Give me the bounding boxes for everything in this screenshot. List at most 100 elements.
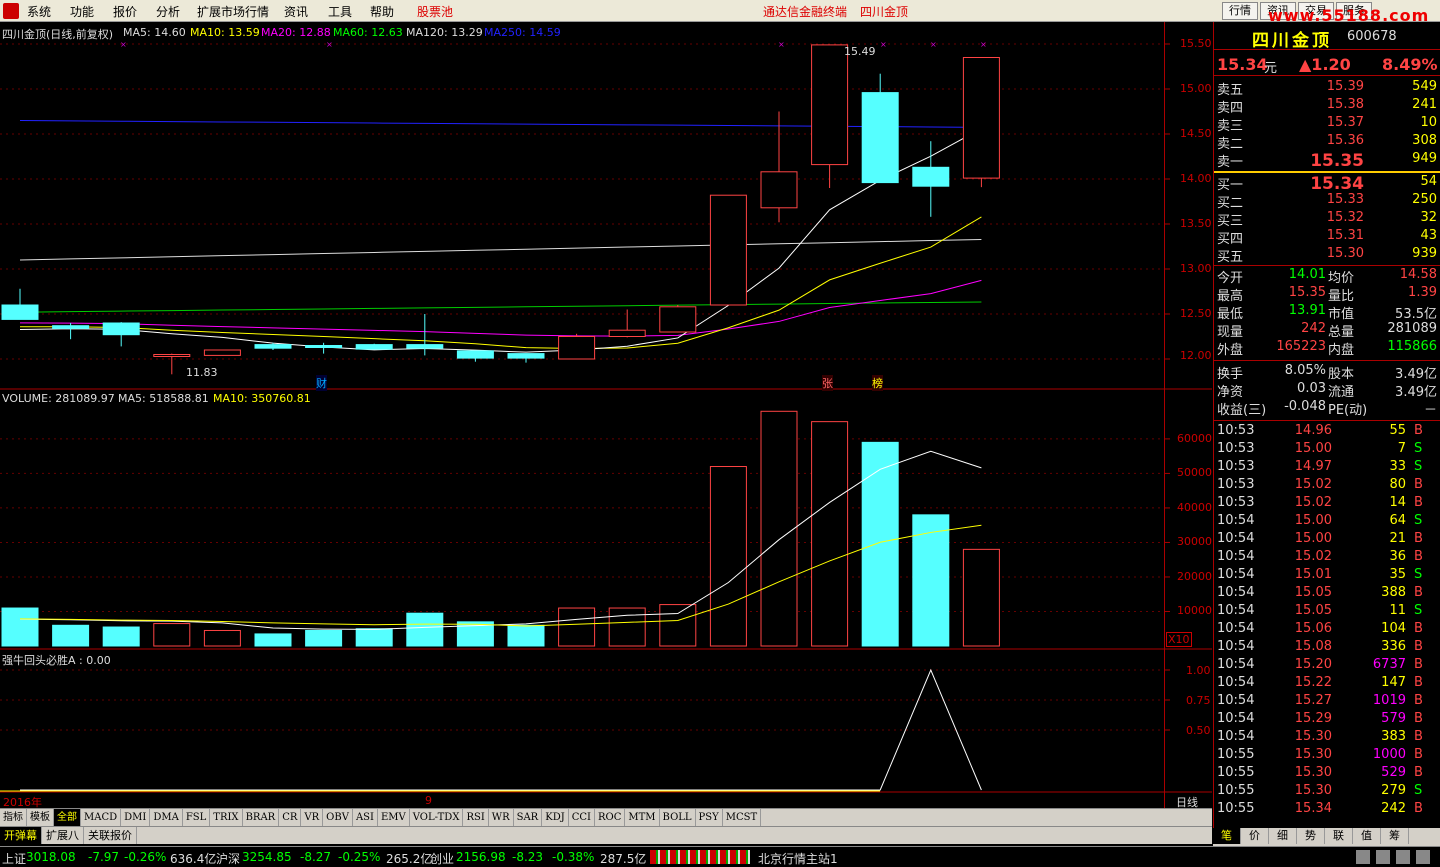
menu-stock-pool[interactable]: 股票池	[417, 3, 453, 20]
tab-cr[interactable]: CR	[279, 809, 302, 826]
tab-mcst[interactable]: MCST	[723, 809, 762, 826]
ask-level[interactable]: 卖五 15.39 549	[1214, 79, 1440, 98]
tab-extra[interactable]: 开弹幕	[0, 827, 42, 844]
tab-extra[interactable]: 扩展八	[42, 827, 84, 844]
sz-index[interactable]: 3254.85	[242, 850, 292, 864]
menu-tools[interactable]: 工具	[328, 3, 352, 20]
tick-row[interactable]: 10:54 15.00 21 B	[1214, 531, 1440, 549]
right-tab[interactable]: 筹	[1381, 828, 1409, 844]
tab-dma[interactable]: DMA	[150, 809, 183, 826]
ask-level[interactable]: 卖二 15.36 308	[1214, 133, 1440, 152]
tick-row[interactable]: 10:54 15.01 35 S	[1214, 567, 1440, 585]
tab-vol-tdx[interactable]: VOL-TDX	[410, 809, 464, 826]
tick-row[interactable]: 10:54 15.02 36 B	[1214, 549, 1440, 567]
stat-row[interactable]: 最高 15.35 量比 1.39	[1214, 285, 1440, 304]
ask-level[interactable]: 卖四 15.38 241	[1214, 97, 1440, 116]
tab-全部[interactable]: 全部	[54, 809, 81, 826]
ask-level[interactable]: 卖一 15.35 949	[1214, 151, 1440, 171]
tick-row[interactable]: 10:54 15.05 11 S	[1214, 603, 1440, 621]
menu-news[interactable]: 资讯	[284, 3, 308, 20]
tick-row[interactable]: 10:54 15.22 147 B	[1214, 675, 1440, 693]
tick-row[interactable]: 10:53 14.97 33 S	[1214, 459, 1440, 477]
tab-trix[interactable]: TRIX	[210, 809, 243, 826]
right-tab[interactable]: 势	[1297, 828, 1325, 844]
tab-sar[interactable]: SAR	[514, 809, 543, 826]
ask-level[interactable]: 卖三 15.37 10	[1214, 115, 1440, 134]
tab-roc[interactable]: ROC	[595, 809, 626, 826]
stat-row[interactable]: 最低 13.91 市值 53.5亿	[1214, 303, 1440, 322]
tick-row[interactable]: 10:55 15.30 1000 B	[1214, 747, 1440, 765]
bid-level[interactable]: 买三 15.32 32	[1214, 210, 1440, 229]
tab-fsl[interactable]: FSL	[183, 809, 211, 826]
bid-level[interactable]: 买四 15.31 43	[1214, 228, 1440, 247]
dragon-list-marker[interactable]: 榜	[872, 375, 883, 391]
tab-rsi[interactable]: RSI	[463, 809, 489, 826]
tick-row[interactable]: 10:53 15.02 14 B	[1214, 495, 1440, 513]
right-tab[interactable]: 细	[1269, 828, 1297, 844]
tick-row[interactable]: 10:55 15.34 242 B	[1214, 801, 1440, 819]
cell: 10:54	[1217, 675, 1255, 690]
tick-row[interactable]: 10:54 15.05 388 B	[1214, 585, 1440, 603]
limit-up-marker[interactable]: 张	[822, 375, 833, 391]
tab-wr[interactable]: WR	[489, 809, 514, 826]
menu-help[interactable]: 帮助	[370, 3, 394, 20]
tick-row[interactable]: 10:53 15.02 80 B	[1214, 477, 1440, 495]
stat-row[interactable]: 外盘 165223 内盘 115866	[1214, 339, 1440, 358]
tab-vr[interactable]: VR	[301, 809, 324, 826]
tab-brar[interactable]: BRAR	[243, 809, 280, 826]
right-tab[interactable]: 笔	[1213, 828, 1241, 844]
quote-button[interactable]: 行情	[1222, 2, 1258, 20]
vol-tick: 20000	[1177, 570, 1212, 583]
stat-row[interactable]: 现量 242 总量 281089	[1214, 321, 1440, 340]
right-tab[interactable]: 联	[1325, 828, 1353, 844]
cy-index[interactable]: 2156.98	[456, 850, 506, 864]
cell: 15.22	[1294, 675, 1332, 690]
tab-extra[interactable]: 关联报价	[84, 827, 137, 844]
cell: 买五	[1217, 250, 1244, 265]
bid-level[interactable]: 买二 15.33 250	[1214, 192, 1440, 211]
tab-指标[interactable]: 指标	[0, 809, 27, 826]
tick-row[interactable]: 10:53 14.96 55 B	[1214, 423, 1440, 441]
tab-macd[interactable]: MACD	[81, 809, 122, 826]
tab-kdj[interactable]: KDJ	[542, 809, 569, 826]
tick-row[interactable]: 10:54 15.30 383 B	[1214, 729, 1440, 747]
tick-row[interactable]: 10:54 15.20 6737 B	[1214, 657, 1440, 675]
tick-row[interactable]: 10:54 15.00 64 S	[1214, 513, 1440, 531]
chart-canvas[interactable]: × × × × × ×	[0, 22, 1212, 808]
tab-cci[interactable]: CCI	[569, 809, 595, 826]
tab-psy[interactable]: PSY	[696, 809, 723, 826]
right-tab[interactable]: 值	[1353, 828, 1381, 844]
bid-level[interactable]: 买五 15.30 939	[1214, 246, 1440, 265]
tick-row[interactable]: 10:54 15.06 104 B	[1214, 621, 1440, 639]
menu-system[interactable]: 系统	[27, 3, 51, 20]
tick-row[interactable]: 10:54 15.08 336 B	[1214, 639, 1440, 657]
kline-chart-area[interactable]: × × × × × × 四川金顶(日线,前复权) MA5: 14.60 MA10: 13.…	[0, 22, 1212, 809]
tick-row[interactable]: 10:55 15.30 279 S	[1214, 783, 1440, 801]
tab-boll[interactable]: BOLL	[660, 809, 696, 826]
tab-asi[interactable]: ASI	[353, 809, 378, 826]
stat-row[interactable]: 今开 14.01 均价 14.58	[1214, 267, 1440, 286]
stat2-row[interactable]: 收益(三) -0.048 PE(动) －	[1214, 399, 1440, 418]
stat2-row[interactable]: 净资 0.03 流通 3.49亿	[1214, 381, 1440, 400]
menu-quote[interactable]: 报价	[113, 3, 137, 20]
tab-emv[interactable]: EMV	[378, 809, 410, 826]
tick-row[interactable]: 10:54 15.27 1019 B	[1214, 693, 1440, 711]
stat2-row[interactable]: 换手 8.05% 股本 3.49亿	[1214, 363, 1440, 382]
tab-dmi[interactable]: DMI	[121, 809, 151, 826]
bid-level[interactable]: 买一 15.34 54	[1214, 174, 1440, 194]
finance-marker[interactable]: 财	[316, 375, 327, 391]
menu-ext-market[interactable]: 扩展市场行情	[197, 3, 269, 20]
tick-row[interactable]: 10:53 15.00 7 S	[1214, 441, 1440, 459]
menu-function[interactable]: 功能	[70, 3, 94, 20]
tab-obv[interactable]: OBV	[323, 809, 353, 826]
cell: 总量	[1328, 325, 1355, 340]
right-tab[interactable]: 价	[1241, 828, 1269, 844]
tick-row[interactable]: 10:54 15.29 579 B	[1214, 711, 1440, 729]
tab-mtm[interactable]: MTM	[625, 809, 660, 826]
menu-analysis[interactable]: 分析	[156, 3, 180, 20]
tray-icons[interactable]	[1356, 850, 1436, 864]
tick-row[interactable]: 10:55 15.30 529 B	[1214, 765, 1440, 783]
server-station[interactable]: 北京行情主站1	[758, 850, 838, 867]
sh-index[interactable]: 3018.08	[26, 850, 76, 864]
tab-模板[interactable]: 模板	[27, 809, 54, 826]
